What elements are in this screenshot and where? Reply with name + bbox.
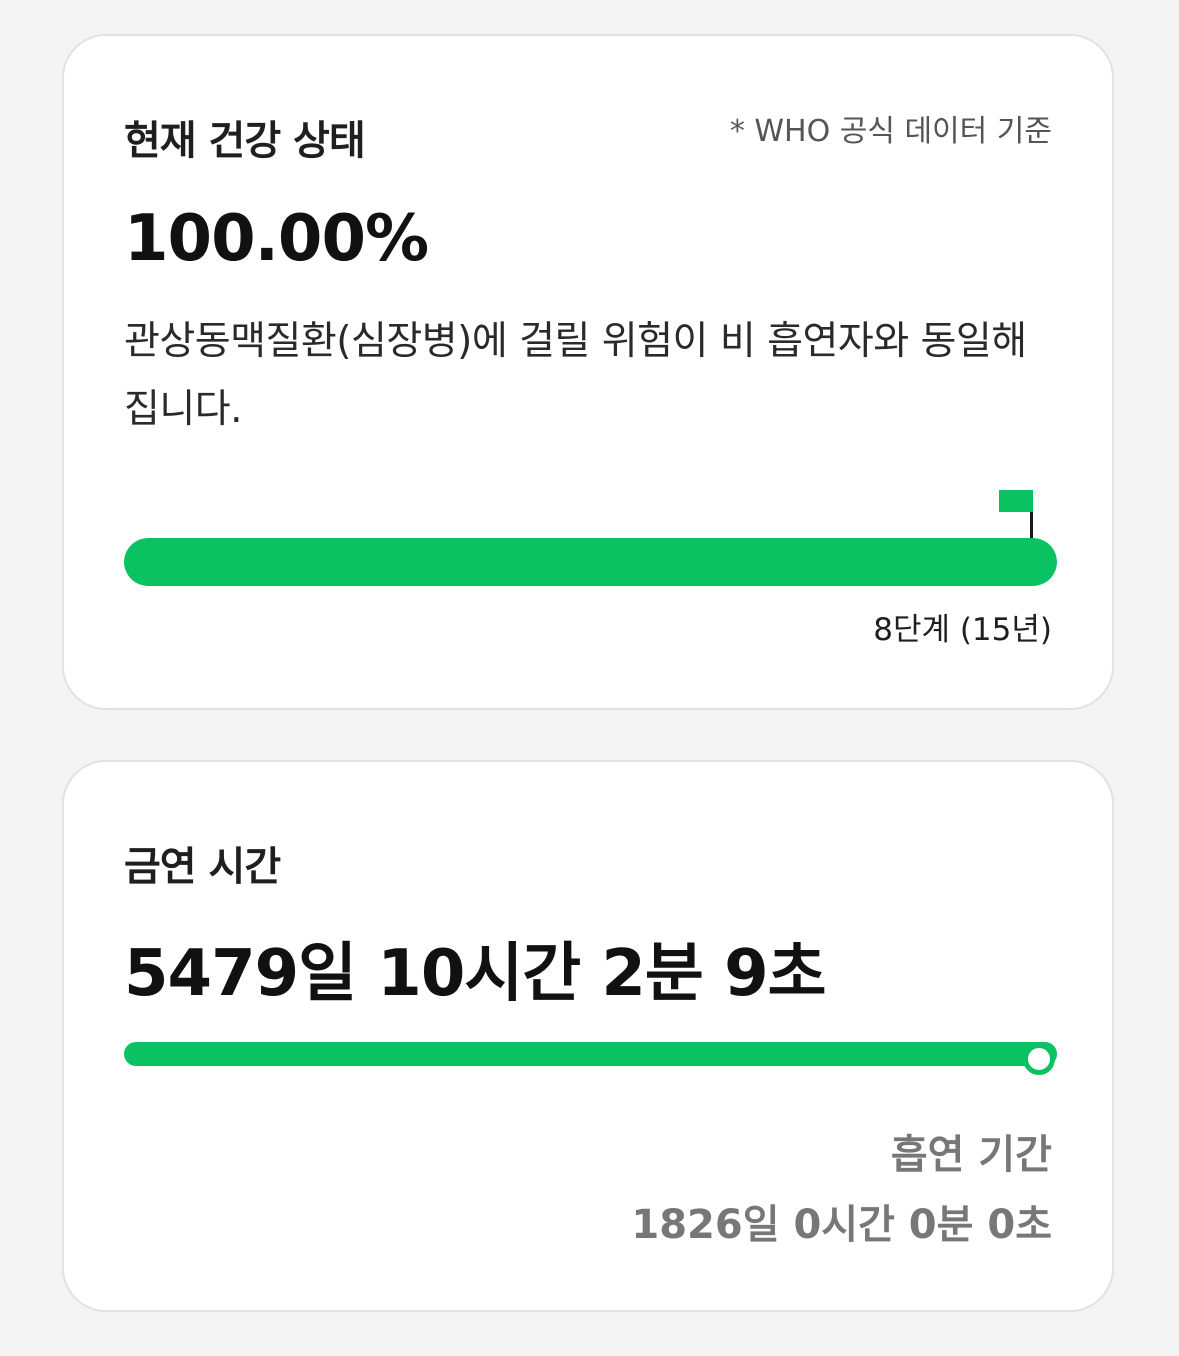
health-status-card: 현재 건강 상태 * WHO 공식 데이터 기준 100.00% 관상동맥질환(… [62, 34, 1114, 710]
progress-knob [1022, 1043, 1055, 1075]
health-progress-bar [124, 538, 1057, 586]
smoking-period-value: 1826일 0시간 0분 0초 [631, 1202, 1052, 1248]
quit-time-title: 금연 시간 [124, 844, 281, 890]
quit-time-card: 금연 시간 5479일 10시간 2분 9초 흡연 기간 1826일 0시간 0… [62, 760, 1114, 1312]
health-description: 관상동맥질환(심장병)에 걸릴 위험이 비 흡연자와 동일해집니다. [124, 319, 1027, 432]
who-source-note: * WHO 공식 데이터 기준 [729, 114, 1052, 149]
flag-icon [998, 490, 1038, 542]
smoking-period-label: 흡연 기간 [890, 1132, 1052, 1178]
quit-time-progress-fill [124, 1042, 1057, 1066]
health-percent: 100.00% [124, 202, 429, 276]
health-progress-fill [124, 538, 1057, 586]
quit-time-progress-bar [124, 1042, 1057, 1075]
quit-time-value: 5479일 10시간 2분 9초 [124, 937, 826, 1011]
health-status-title: 현재 건강 상태 [124, 118, 366, 164]
stage-label: 8단계 (15년) [873, 612, 1052, 648]
